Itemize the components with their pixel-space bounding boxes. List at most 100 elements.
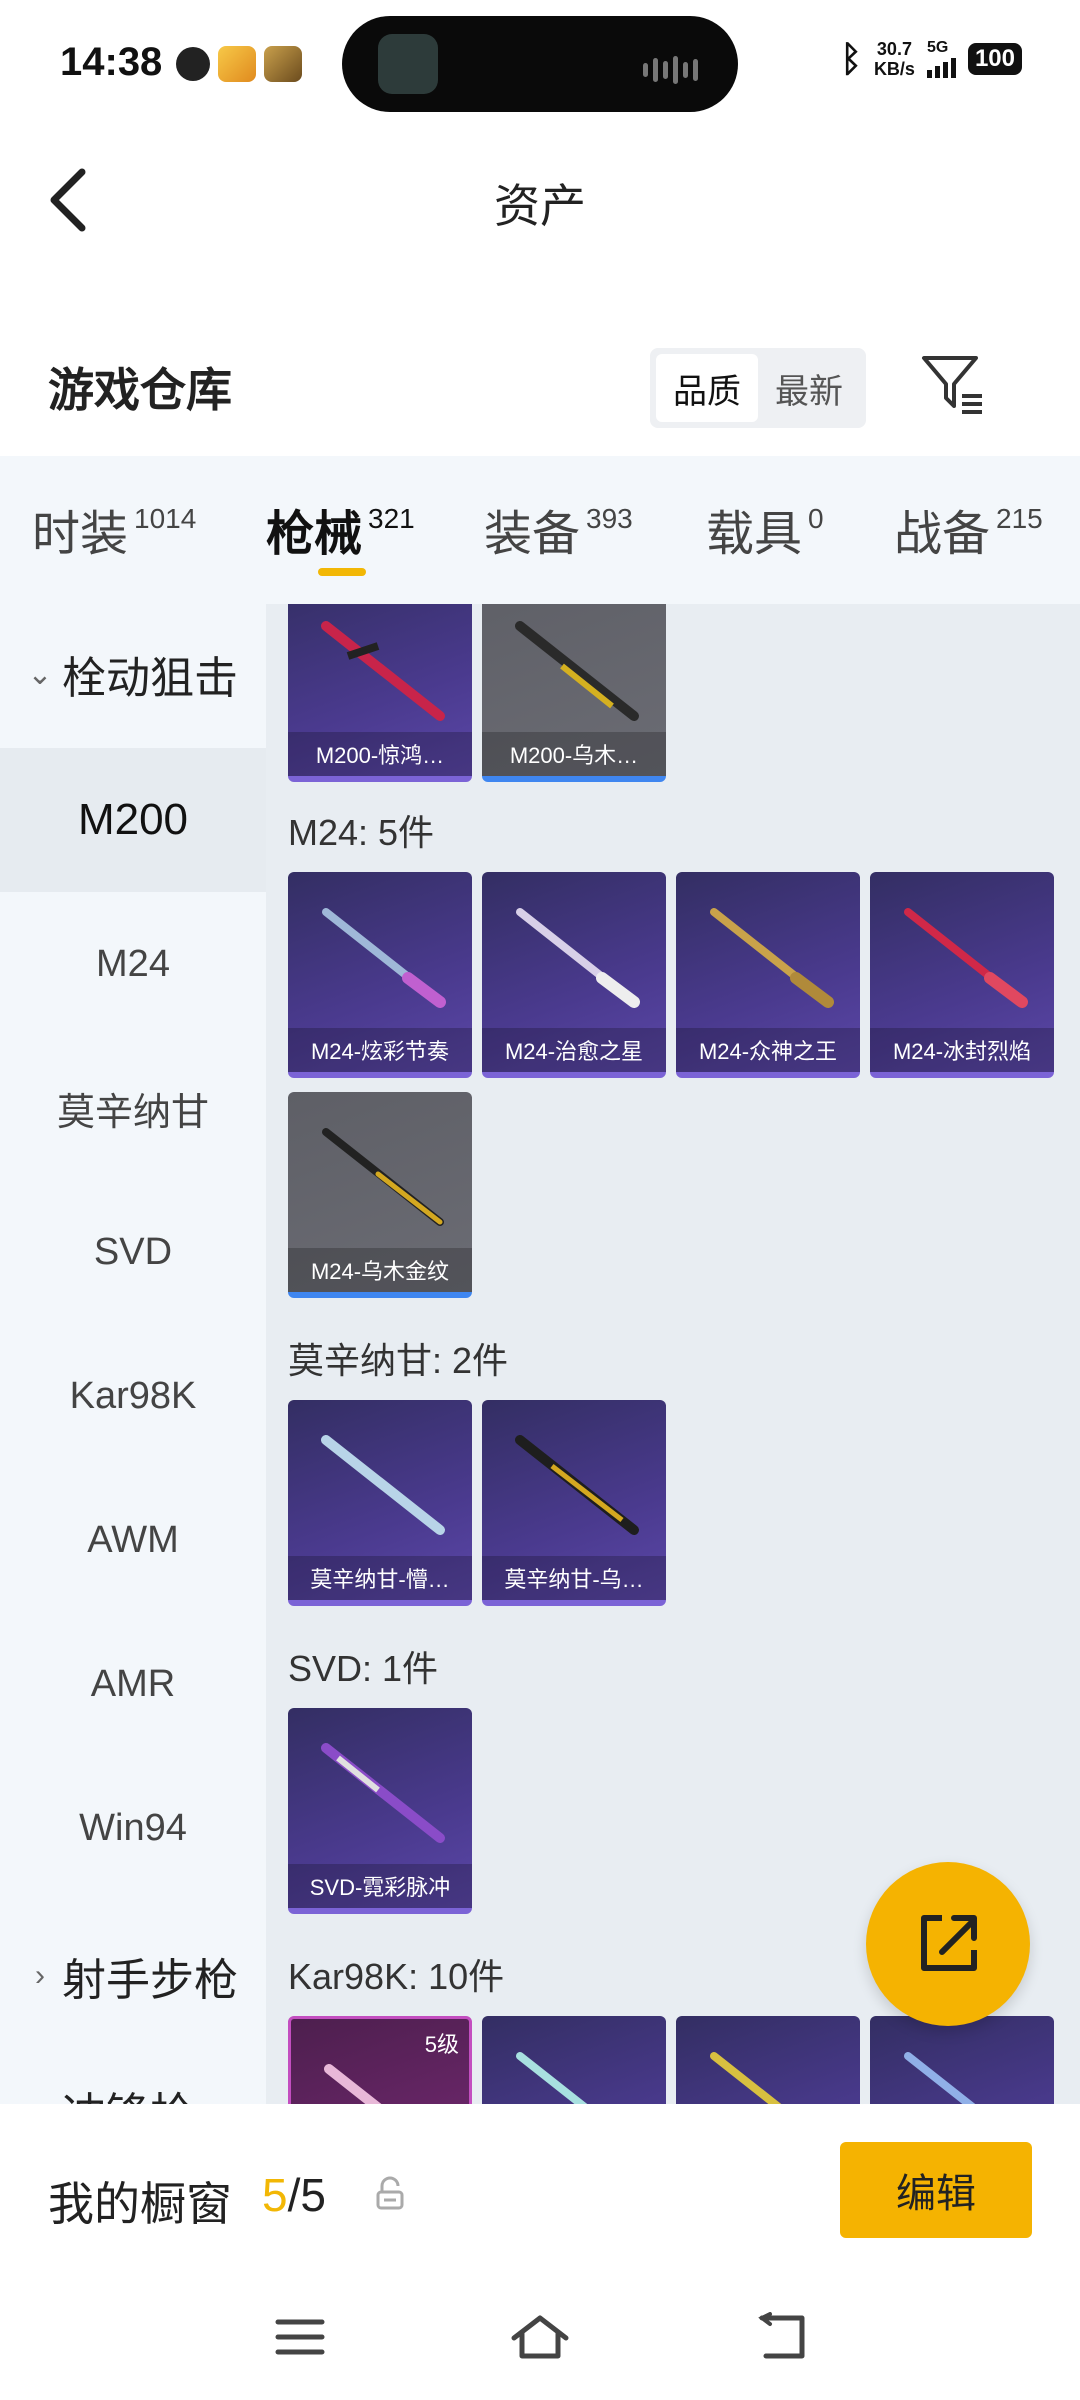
skin-card[interactable]: M24-冰封烈焰 (870, 872, 1054, 1078)
showcase-count: 5/5 (262, 2168, 326, 2222)
back-nav-icon (758, 2312, 805, 2359)
section-title-mosin: 莫辛纳甘: 2件 (288, 1340, 509, 1381)
sidebar-group-label: 射手步枪 (62, 1956, 238, 2005)
tab-count: 215 (996, 503, 1043, 534)
skin-card[interactable] (676, 2016, 860, 2104)
tab-label: 载具 (706, 508, 803, 561)
sniper-rifle-icon (322, 1128, 444, 1226)
tab-equipment[interactable]: 装备 393 (484, 494, 633, 564)
back-nav-button[interactable] (752, 2312, 812, 2362)
system-nav-bar (0, 2272, 1080, 2400)
chevron-down-icon: ⌄ (27, 657, 53, 691)
tab-indicator (318, 568, 366, 576)
section-title-kar98k: Kar98K: 10件 (288, 1956, 505, 1997)
notification-icons (176, 46, 302, 82)
share-button[interactable] (866, 1862, 1030, 2026)
globe-app-icon (176, 47, 210, 81)
tab-guns[interactable]: 枪械 321 (266, 494, 415, 564)
sidebar-group-label: 栓动狙击 (62, 654, 238, 703)
sidebar-item-mosin[interactable]: 莫辛纳甘 (0, 1036, 266, 1180)
skin-card[interactable]: 莫辛纳甘-懵… (288, 1400, 472, 1606)
audio-wave-icon (643, 56, 698, 84)
skin-card[interactable]: M24-众神之王 (676, 872, 860, 1078)
tab-label: 战备 (894, 508, 991, 561)
sniper-rifle-icon (516, 908, 640, 1008)
tab-vehicles[interactable]: 载具 0 (706, 494, 824, 564)
tab-count: 321 (368, 503, 415, 534)
status-bar: 14:38 ᛒ 30.7 KB/s 5G 100 (0, 0, 1080, 128)
share-icon (921, 1915, 977, 1971)
lock-icon (376, 2176, 404, 2210)
app-header: 资产 (0, 128, 1080, 268)
sort-newest[interactable]: 最新 (758, 354, 860, 422)
showcase-count-total: /5 (287, 2169, 326, 2221)
sniper-rifle-icon (321, 1743, 445, 1843)
card-label: 莫辛纳甘-乌… (482, 1556, 666, 1600)
skin-card[interactable]: M200-乌木… (482, 604, 666, 782)
chevron-right-icon: › (18, 2093, 62, 2104)
sort-toggle: 品质 最新 (650, 348, 866, 428)
sidebar-group-smg[interactable]: › 冲锋枪 (0, 2040, 266, 2104)
card-label: M24-众神之王 (676, 1028, 860, 1072)
card-label: SVD-霓彩脉冲 (288, 1864, 472, 1908)
sidebar-item-svd[interactable]: SVD (0, 1180, 266, 1324)
showcase-label: 我的橱窗 (48, 2178, 232, 2230)
net-speed-value: 30.7 (876, 39, 912, 59)
card-label: M24-乌木金纹 (288, 1248, 472, 1292)
sniper-rifle-icon (321, 621, 445, 721)
status-right: ᛒ 30.7 KB/s 5G 100 (840, 38, 1022, 80)
filter-icon (922, 356, 982, 414)
sidebar-item-awm[interactable]: AWM (0, 1468, 266, 1612)
sniper-rifle-icon (322, 908, 446, 1008)
dynamic-island[interactable] (342, 16, 738, 112)
media-thumbnail-icon (378, 34, 438, 94)
tab-label: 装备 (484, 508, 581, 561)
page-title: 资产 (494, 180, 586, 232)
sidebar-group-marksman[interactable]: › 射手步枪 (0, 1906, 266, 2046)
sniper-rifle-icon (710, 908, 834, 1008)
skin-card[interactable] (870, 2016, 1054, 2104)
chevron-right-icon: › (35, 1959, 45, 1992)
sidebar-item-m24[interactable]: M24 (0, 892, 266, 1036)
status-time: 14:38 (60, 40, 163, 84)
sniper-rifle-icon (904, 908, 1028, 1008)
category-tabs: 时装 1014 枪械 321 装备 393 载具 0 战备 215 (0, 456, 1080, 604)
sniper-rifle-icon (904, 2052, 976, 2104)
sort-quality[interactable]: 品质 (656, 354, 758, 422)
card-label: M24-冰封烈焰 (870, 1028, 1054, 1072)
sidebar-item-m200[interactable]: M200 (0, 748, 266, 892)
skin-card[interactable]: 莫辛纳甘-乌… (482, 1400, 666, 1606)
skin-card[interactable]: M24-炫彩节奏 (288, 872, 472, 1078)
skin-card[interactable]: 5级 (288, 2016, 472, 2104)
net-speed: 30.7 KB/s (874, 39, 915, 79)
card-label: M24-治愈之星 (482, 1028, 666, 1072)
game-app-icon (218, 46, 256, 82)
sidebar-item-win94[interactable]: Win94 (0, 1756, 266, 1900)
sniper-rifle-icon (515, 621, 639, 721)
net-speed-unit: KB/s (873, 59, 915, 79)
tab-gear[interactable]: 战备 215 (894, 494, 1043, 564)
filter-button[interactable] (918, 350, 988, 420)
sidebar-item-amr[interactable]: AMR (0, 1612, 266, 1756)
repo-header: 游戏仓库 品质 最新 (0, 330, 1080, 450)
tab-label: 枪械 (266, 508, 363, 561)
tab-outfits[interactable]: 时装 1014 (32, 494, 196, 564)
skin-card[interactable] (482, 2016, 666, 2104)
sidebar-group-bolt-sniper[interactable]: ⌄ 栓动狙击 (0, 604, 266, 744)
sniper-rifle-icon (516, 2052, 588, 2104)
skin-card[interactable]: SVD-霓彩脉冲 (288, 1708, 472, 1914)
sidebar-group-label: 冲锋枪 (62, 2078, 194, 2104)
sniper-rifle-icon (324, 2064, 382, 2104)
sidebar-item-kar98k[interactable]: Kar98K (0, 1324, 266, 1468)
recents-button[interactable] (270, 2312, 330, 2362)
skin-card[interactable]: M200-惊鸿… (288, 604, 472, 782)
card-label: 莫辛纳甘-懵… (288, 1556, 472, 1600)
pubg-app-icon (264, 46, 302, 82)
skin-card[interactable]: M24-治愈之星 (482, 872, 666, 1078)
sniper-rifle-icon (710, 2052, 782, 2104)
skin-card[interactable]: M24-乌木金纹 (288, 1092, 472, 1298)
sniper-rifle-icon (321, 1435, 445, 1535)
network-type: 5G (926, 39, 949, 56)
home-button[interactable] (510, 2312, 570, 2362)
edit-button[interactable]: 编辑 (840, 2142, 1032, 2238)
